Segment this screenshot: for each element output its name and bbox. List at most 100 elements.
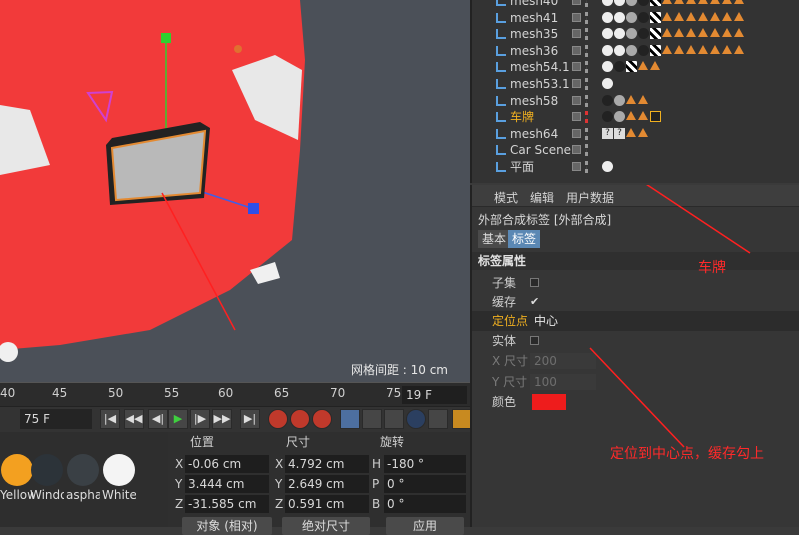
size-y-field[interactable]: 2.649 cm	[285, 475, 369, 493]
menu-edit[interactable]: 编辑	[530, 189, 554, 206]
material-tag-icon[interactable]	[638, 28, 649, 40]
visibility-dots-icon[interactable]	[585, 44, 589, 57]
next-frame-button[interactable]: |▶	[190, 409, 210, 429]
uv-tag-icon[interactable]	[626, 61, 637, 73]
pos-x-field[interactable]: -0.06 cm	[185, 455, 269, 473]
phong-tag-icon[interactable]	[698, 28, 708, 38]
phong-tag-icon[interactable]	[698, 0, 708, 4]
size-x-field[interactable]: 4.792 cm	[285, 455, 369, 473]
layer-toggle-icon[interactable]	[572, 95, 581, 105]
pla-key-icon[interactable]	[428, 409, 448, 429]
size-z-field[interactable]: 0.591 cm	[285, 495, 369, 513]
tab-tag[interactable]: 标签	[508, 230, 541, 248]
object-row[interactable]: mesh40	[472, 0, 799, 9]
material-tag-icon[interactable]	[614, 94, 625, 106]
object-row[interactable]: mesh64??	[472, 126, 799, 142]
phong-tag-icon[interactable]	[710, 44, 720, 54]
material-tag-icon[interactable]	[602, 28, 613, 40]
phong-tag-icon[interactable]	[734, 28, 744, 38]
z-axis-handle[interactable]	[248, 203, 259, 214]
missing-material-icon[interactable]: ?	[602, 127, 613, 139]
phong-tag-icon[interactable]	[662, 28, 672, 38]
frame-ruler[interactable]: 40 45 50 55 60 65 70 75	[0, 382, 470, 406]
prop-anchor-dropdown[interactable]: 中心	[530, 313, 790, 329]
phong-tag-icon[interactable]	[686, 44, 696, 54]
phong-tag-icon[interactable]	[638, 111, 648, 121]
visibility-dots-icon[interactable]	[585, 0, 589, 7]
phong-tag-icon[interactable]	[674, 28, 684, 38]
pos-z-field[interactable]: -31.585 cm	[185, 495, 269, 513]
material-window[interactable]: Window	[30, 454, 64, 502]
viewport[interactable]: 网格间距 : 10 cm	[0, 0, 470, 382]
phong-tag-icon[interactable]	[698, 11, 708, 21]
material-tag-icon[interactable]	[602, 61, 613, 73]
phong-tag-icon[interactable]	[638, 61, 648, 71]
layer-toggle-icon[interactable]	[572, 162, 581, 171]
material-tag-icon[interactable]	[614, 11, 625, 23]
visibility-dots-icon[interactable]	[585, 94, 589, 107]
material-tag-icon[interactable]	[638, 11, 649, 23]
layer-toggle-icon[interactable]	[572, 128, 581, 138]
phong-tag-icon[interactable]	[722, 28, 732, 38]
prop-cache-checkbox[interactable]: ✔	[530, 295, 539, 308]
material-tag-icon[interactable]	[626, 11, 637, 23]
layer-toggle-icon[interactable]	[572, 112, 581, 122]
prop-children-checkbox[interactable]	[530, 278, 539, 287]
object-row[interactable]: mesh53.1	[472, 76, 799, 92]
layer-toggle-icon[interactable]	[572, 79, 581, 88]
phong-tag-icon[interactable]	[662, 0, 672, 4]
material-tag-icon[interactable]	[602, 0, 613, 6]
layer-toggle-icon[interactable]	[572, 45, 581, 55]
phong-tag-icon[interactable]	[626, 94, 636, 104]
material-tag-icon[interactable]	[614, 61, 625, 73]
visibility-dots-icon[interactable]	[585, 144, 589, 157]
pos-y-field[interactable]: 3.444 cm	[185, 475, 269, 493]
uv-tag-icon[interactable]	[650, 0, 661, 6]
phong-tag-icon[interactable]	[626, 111, 636, 121]
layer-toggle-icon[interactable]	[572, 12, 581, 22]
autokey-icon[interactable]	[290, 409, 310, 429]
phong-tag-icon[interactable]	[734, 11, 744, 21]
menu-user-data[interactable]: 用户数据	[566, 189, 614, 206]
material-tag-icon[interactable]	[614, 44, 625, 56]
film-strip-icon[interactable]	[452, 409, 472, 429]
apply-button[interactable]: 应用	[386, 517, 464, 535]
compositing-tag-icon[interactable]	[650, 111, 661, 123]
rot-p-field[interactable]: 0 °	[384, 475, 466, 493]
phong-tag-icon[interactable]	[650, 61, 660, 71]
visibility-dots-icon[interactable]	[585, 161, 589, 173]
phong-tag-icon[interactable]	[722, 0, 732, 4]
rotate-key-icon[interactable]	[384, 409, 404, 429]
phong-tag-icon[interactable]	[674, 0, 684, 4]
material-tag-icon[interactable]	[626, 0, 637, 6]
material-tag-icon[interactable]	[602, 161, 613, 172]
material-tag-icon[interactable]	[602, 11, 613, 23]
material-tag-icon[interactable]	[602, 44, 613, 56]
phong-tag-icon[interactable]	[638, 127, 648, 137]
rot-b-field[interactable]: 0 °	[384, 495, 466, 513]
object-row[interactable]: mesh36	[472, 43, 799, 59]
object-row[interactable]: 车牌	[472, 109, 799, 125]
prev-key-button[interactable]: ◀◀	[124, 409, 144, 429]
phong-tag-icon[interactable]	[626, 127, 636, 137]
layer-toggle-icon[interactable]	[572, 145, 581, 155]
material-asphalt[interactable]: asphalt	[66, 454, 100, 502]
layer-toggle-icon[interactable]	[572, 29, 581, 39]
size-mode-dropdown[interactable]: 绝对尺寸	[282, 517, 370, 535]
visibility-dots-icon[interactable]	[585, 61, 589, 74]
prev-frame-button[interactable]: ◀|	[148, 409, 168, 429]
record-icon[interactable]	[268, 409, 288, 429]
keyframe-help-icon[interactable]	[312, 409, 332, 429]
material-tag-icon[interactable]	[602, 111, 613, 123]
object-row[interactable]: mesh41	[472, 10, 799, 26]
visibility-dots-icon[interactable]	[585, 111, 589, 124]
phong-tag-icon[interactable]	[710, 0, 720, 4]
layer-toggle-icon[interactable]	[572, 62, 581, 72]
material-tag-icon[interactable]	[614, 0, 625, 6]
param-key-icon[interactable]	[406, 409, 426, 429]
material-tag-icon[interactable]	[614, 28, 625, 40]
menu-mode[interactable]: 模式	[494, 189, 518, 206]
phong-tag-icon[interactable]	[722, 11, 732, 21]
material-tag-icon[interactable]	[626, 44, 637, 56]
uv-tag-icon[interactable]	[650, 44, 661, 56]
